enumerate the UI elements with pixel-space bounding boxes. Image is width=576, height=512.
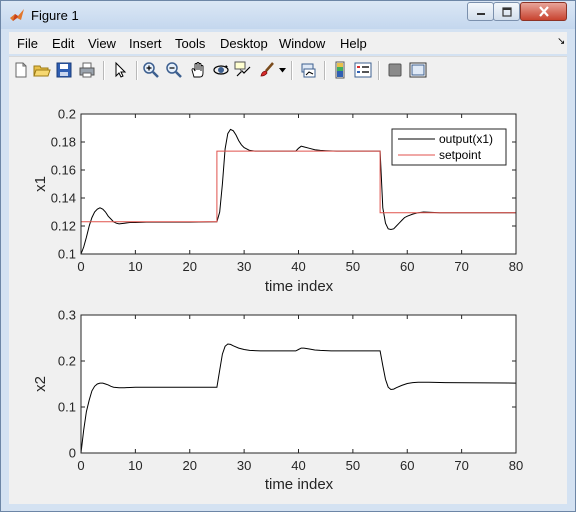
maximize-button[interactable] bbox=[493, 2, 520, 21]
axes-1[interactable]: 0 10 20 30 40 50 60 70 80 0.1 0.12 0.14 0.16 0.18 0.2… bbox=[32, 107, 523, 296]
toolbar-separator bbox=[324, 61, 326, 80]
minimize-icon bbox=[476, 12, 485, 15]
zoom-in-icon[interactable] bbox=[142, 61, 160, 79]
axes-2-xlabel: time index bbox=[265, 476, 334, 493]
rotate-3d-icon[interactable] bbox=[212, 61, 230, 79]
new-figure-icon[interactable] bbox=[12, 61, 30, 79]
axes-1-xtick-labels: 0 10 20 30 40 50 60 70 80 bbox=[77, 259, 523, 274]
ytick-label: 0.16 bbox=[51, 163, 76, 178]
menu-bar: File Edit View Insert Tools Desktop Wind… bbox=[9, 32, 567, 54]
xtick-label: 30 bbox=[237, 458, 251, 473]
zoom-out-icon[interactable] bbox=[165, 61, 183, 79]
xtick-label: 80 bbox=[509, 259, 523, 274]
xtick-label: 10 bbox=[128, 259, 142, 274]
menu-view[interactable]: View bbox=[88, 36, 116, 51]
axes-2-xtick-labels: 0 10 20 30 40 50 60 70 80 bbox=[77, 458, 523, 473]
print-icon[interactable] bbox=[78, 61, 96, 79]
toolbar-separator bbox=[378, 61, 380, 80]
legend-icon[interactable] bbox=[354, 61, 372, 79]
window-title: Figure 1 bbox=[31, 8, 79, 23]
ytick-label: 0.1 bbox=[58, 247, 76, 262]
legend-label-output: output(x1) bbox=[439, 132, 493, 146]
menu-file[interactable]: File bbox=[17, 36, 38, 51]
xtick-label: 40 bbox=[291, 458, 305, 473]
colorbar-icon[interactable] bbox=[331, 61, 349, 79]
xtick-label: 0 bbox=[77, 259, 84, 274]
xtick-label: 20 bbox=[183, 259, 197, 274]
menu-window[interactable]: Window bbox=[279, 36, 325, 51]
xtick-label: 10 bbox=[128, 458, 142, 473]
menu-insert[interactable]: Insert bbox=[129, 36, 162, 51]
pan-hand-icon[interactable] bbox=[189, 61, 207, 79]
ytick-label: 0.3 bbox=[58, 308, 76, 323]
figure-axes: 0 10 20 30 40 50 60 70 80 0.1 0.12 0.14 0.16 0.18 0.2… bbox=[32, 107, 523, 494]
menu-help[interactable]: Help bbox=[340, 36, 367, 51]
data-cursor-icon[interactable] bbox=[234, 61, 252, 79]
xtick-label: 70 bbox=[454, 458, 468, 473]
hide-plot-tools-icon[interactable] bbox=[386, 61, 404, 79]
minimize-button[interactable] bbox=[467, 2, 494, 21]
axes-1-ytick-labels: 0.1 0.12 0.14 0.16 0.18 0.2 bbox=[51, 107, 76, 262]
menu-edit[interactable]: Edit bbox=[52, 36, 74, 51]
title-bar[interactable]: Figure 1 bbox=[1, 1, 575, 29]
xtick-label: 70 bbox=[454, 259, 468, 274]
maximize-icon bbox=[501, 6, 512, 17]
close-button[interactable] bbox=[520, 2, 567, 21]
ytick-label: 0.1 bbox=[58, 400, 76, 415]
xtick-label: 60 bbox=[400, 458, 414, 473]
toolbar-separator bbox=[291, 61, 293, 80]
open-file-icon[interactable] bbox=[33, 61, 51, 79]
ytick-label: 0.14 bbox=[51, 191, 76, 206]
axes-2-background bbox=[81, 315, 516, 453]
link-plot-icon[interactable] bbox=[299, 61, 317, 79]
menu-desktop[interactable]: Desktop bbox=[220, 36, 268, 51]
xtick-label: 30 bbox=[237, 259, 251, 274]
toolbar-separator bbox=[103, 61, 105, 80]
menu-tools[interactable]: Tools bbox=[175, 36, 205, 51]
dock-arrow-icon[interactable]: ↘ bbox=[557, 36, 565, 47]
figure-toolbar bbox=[9, 56, 567, 85]
axes-2-ytick-labels: 0 0.1 0.2 0.3 bbox=[58, 308, 76, 461]
xtick-label: 50 bbox=[346, 458, 360, 473]
figure-window: Figure 1 File Edit View Insert Tools Des… bbox=[0, 0, 576, 512]
xtick-label: 50 bbox=[346, 259, 360, 274]
legend-label-setpoint: setpoint bbox=[439, 148, 482, 162]
xtick-label: 80 bbox=[509, 458, 523, 473]
show-plot-tools-icon[interactable] bbox=[409, 61, 427, 79]
ytick-label: 0 bbox=[69, 446, 76, 461]
figure-canvas: 0 10 20 30 40 50 60 70 80 0.1 0.12 0.14 0.16 0.18 0.2… bbox=[9, 84, 567, 504]
legend[interactable]: output(x1) setpoint bbox=[391, 128, 507, 166]
xtick-label: 20 bbox=[183, 458, 197, 473]
axes-2[interactable]: 0 10 20 30 40 50 60 70 80 00.10.20.3 time index … bbox=[32, 308, 523, 494]
brush-dropdown-icon[interactable] bbox=[279, 68, 286, 73]
save-icon[interactable] bbox=[55, 61, 73, 79]
toolbar-separator bbox=[136, 61, 138, 80]
axes-1-ylabel: x1 bbox=[32, 176, 49, 192]
ytick-label: 0.18 bbox=[51, 135, 76, 150]
matlab-logo-icon bbox=[10, 9, 24, 21]
xtick-label: 0 bbox=[77, 458, 84, 473]
axes-1-xlabel: time index bbox=[265, 278, 334, 295]
pointer-icon[interactable] bbox=[111, 61, 129, 79]
ytick-label: 0.2 bbox=[58, 354, 76, 369]
close-icon bbox=[538, 6, 549, 17]
ytick-label: 0.12 bbox=[51, 219, 76, 234]
brush-icon[interactable] bbox=[258, 61, 276, 79]
ytick-label: 0.2 bbox=[58, 107, 76, 122]
axes-2-ylabel: x2 bbox=[32, 376, 49, 392]
xtick-label: 40 bbox=[291, 259, 305, 274]
xtick-label: 60 bbox=[400, 259, 414, 274]
